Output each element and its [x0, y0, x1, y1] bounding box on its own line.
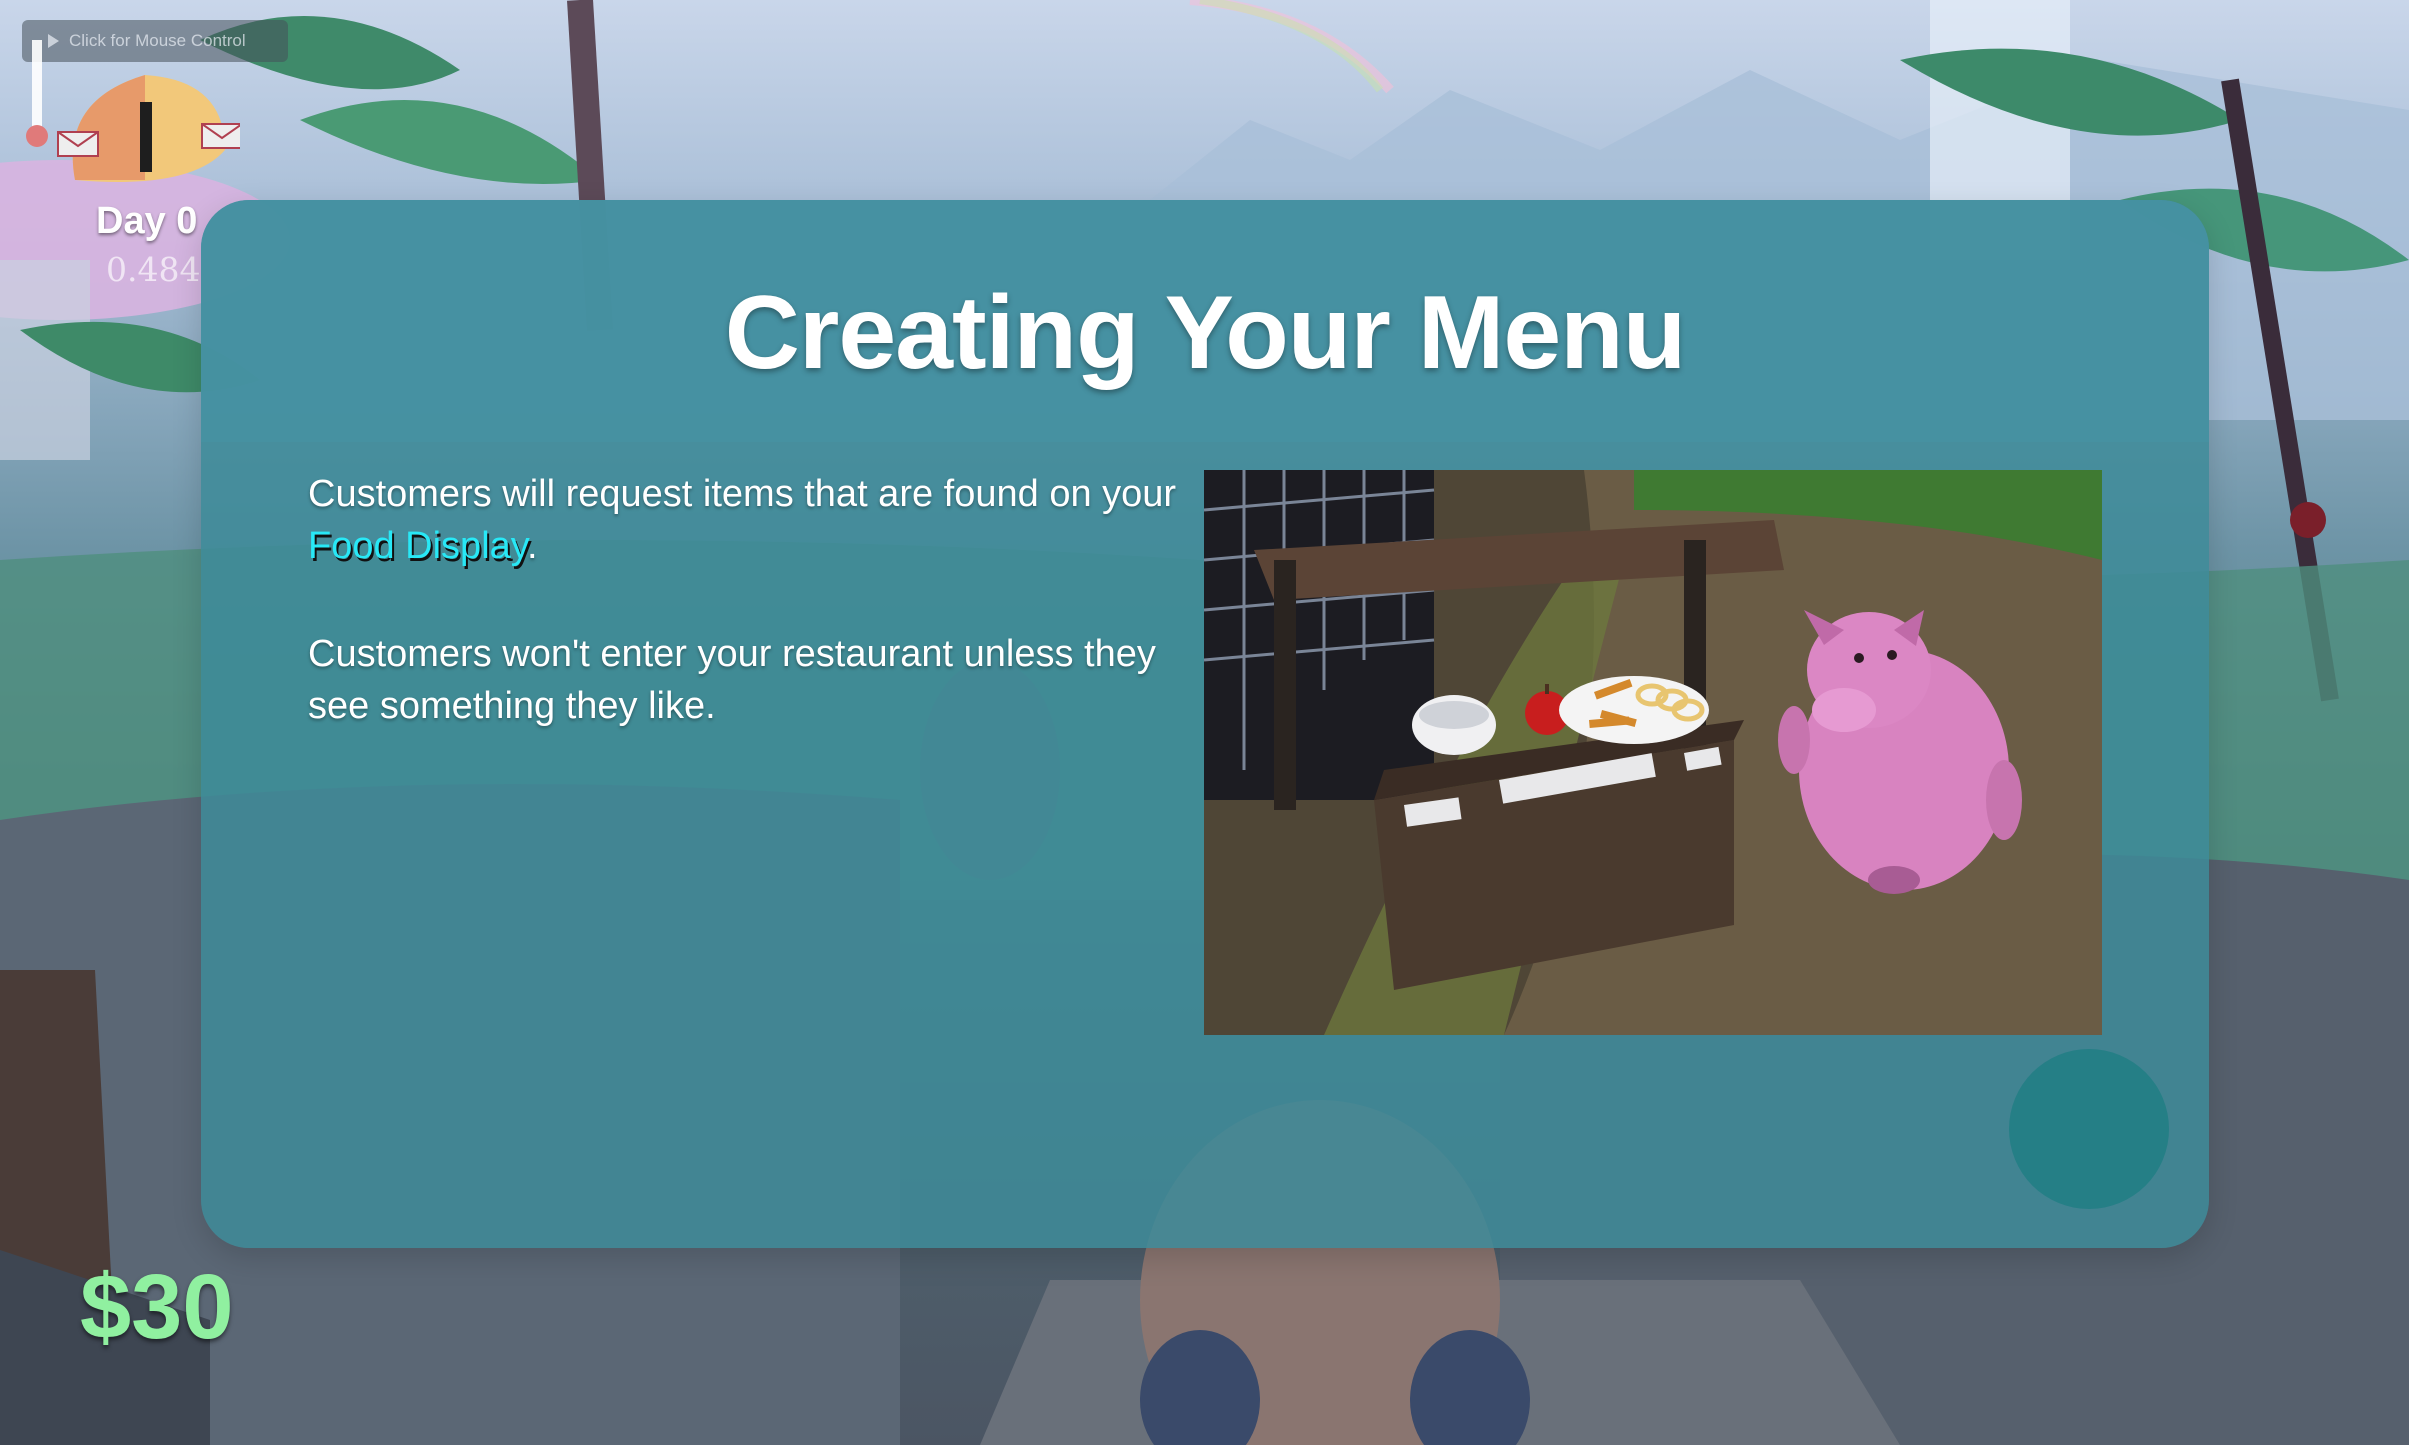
sun-clock-icon	[26, 40, 243, 182]
food-display-highlight: Food Display	[308, 525, 527, 567]
dialog-title: Creating Your Menu	[724, 274, 1686, 391]
next-button[interactable]	[2009, 1049, 2169, 1209]
day-clock-widget	[20, 40, 243, 190]
time-of-day-value: 0.484	[106, 250, 201, 289]
dialog-header: Creating Your Menu	[201, 200, 2209, 442]
day-label: Day 0	[96, 200, 198, 242]
tutorial-paragraph-2: Customers won't enter your restaurant un…	[308, 633, 1156, 727]
tutorial-paragraph-1: Customers will request items that are fo…	[308, 468, 1188, 572]
paragraph-1-end: .	[526, 525, 538, 567]
dialog-body: Customers will request items that are fo…	[308, 468, 1188, 788]
tutorial-illustration	[1204, 470, 2102, 1035]
food-display-illustration	[1204, 470, 2102, 1035]
paragraph-1-text: Customers will request items that are fo…	[308, 473, 1177, 515]
tutorial-dialog: Creating Your Menu Customers will reques…	[201, 200, 2209, 1248]
money-counter: $30	[80, 1256, 234, 1358]
